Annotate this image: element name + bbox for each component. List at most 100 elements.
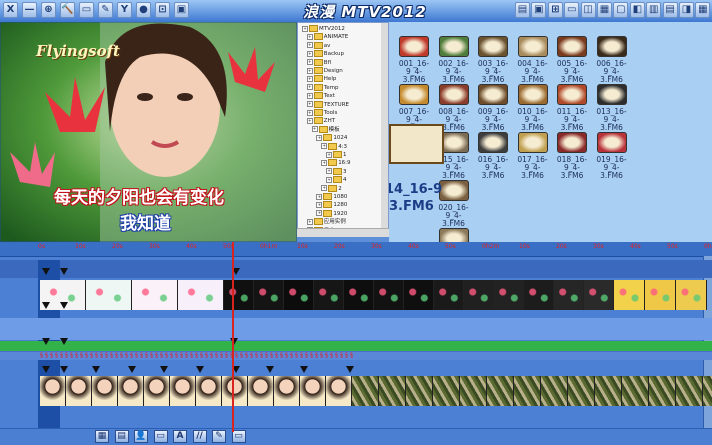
video-clip[interactable] bbox=[254, 280, 284, 310]
toolbar-button[interactable]: X bbox=[3, 2, 18, 18]
template-thumbnail[interactable] bbox=[517, 84, 548, 105]
tree-item[interactable]: +4:3 bbox=[321, 142, 347, 151]
tree-vertical-scrollbar[interactable] bbox=[381, 23, 388, 235]
tree-item[interactable]: + Help bbox=[306, 75, 336, 83]
photo-clip[interactable] bbox=[92, 376, 118, 406]
toolbar-button[interactable]: Y bbox=[117, 2, 132, 18]
expand-icon[interactable]: + bbox=[306, 117, 313, 124]
toolbar-button[interactable]: ● bbox=[136, 2, 151, 18]
timeline-marker[interactable] bbox=[346, 366, 354, 373]
video-clip[interactable] bbox=[494, 280, 524, 310]
expand-icon[interactable]: + bbox=[311, 126, 318, 133]
toolbar-button[interactable]: ▭ bbox=[564, 2, 580, 18]
expand-icon[interactable]: + bbox=[321, 143, 328, 150]
toolbar-button[interactable]: ◧ bbox=[629, 2, 645, 18]
expand-icon[interactable]: + bbox=[306, 218, 313, 225]
photo-clip[interactable] bbox=[196, 376, 222, 406]
expand-icon[interactable]: + bbox=[326, 151, 332, 158]
photo-clip[interactable] bbox=[170, 376, 196, 406]
photo-clip[interactable] bbox=[703, 376, 712, 406]
toolbar-button[interactable]: ▦ bbox=[597, 2, 612, 18]
tree-item[interactable]: +1080 bbox=[316, 193, 347, 201]
photo-clip[interactable] bbox=[379, 376, 406, 406]
toolbar-button[interactable]: ◨ bbox=[679, 2, 694, 18]
bottom-tool-button[interactable]: 👤 bbox=[134, 430, 148, 443]
template-gallery[interactable]: 001_16-9_4-3.FM6 002_16-9_4-3.FM6 003_16-9… bbox=[389, 22, 712, 242]
video-clip[interactable] bbox=[464, 280, 494, 310]
video-clip[interactable] bbox=[374, 280, 404, 310]
photo-clip[interactable] bbox=[460, 376, 487, 406]
expand-icon[interactable]: + bbox=[326, 168, 332, 175]
template-thumbnail[interactable] bbox=[596, 132, 627, 153]
photo-clip[interactable] bbox=[622, 376, 649, 406]
tree-item[interactable]: + av bbox=[306, 41, 330, 50]
video-clip[interactable] bbox=[524, 280, 554, 310]
photo-clip[interactable] bbox=[326, 376, 352, 406]
lyric-track[interactable]: §§§§§§§§§§§§§§§§§§§§§§§§§§§§§§§§§§§§§§§§… bbox=[0, 352, 712, 360]
timeline-marker[interactable] bbox=[60, 366, 68, 373]
tree-item[interactable]: +2 bbox=[321, 184, 342, 193]
photo-clip[interactable] bbox=[649, 376, 676, 406]
photo-clip[interactable] bbox=[487, 376, 514, 406]
tree-item[interactable]: + Temp bbox=[306, 83, 338, 92]
toolbar-button[interactable]: ⊞ bbox=[547, 2, 563, 18]
dragging-thumb[interactable] bbox=[389, 124, 444, 164]
toolbar-button[interactable]: ◫ bbox=[580, 2, 596, 18]
expand-icon[interactable]: + bbox=[306, 42, 313, 49]
video-clip[interactable] bbox=[344, 280, 374, 310]
timeline-marker[interactable] bbox=[60, 338, 68, 345]
template-thumbnail[interactable] bbox=[557, 36, 587, 57]
timeline-marker[interactable] bbox=[92, 366, 100, 373]
photo-clip[interactable] bbox=[40, 376, 66, 406]
timeline-marker[interactable] bbox=[42, 338, 50, 345]
video-clip[interactable] bbox=[178, 280, 224, 310]
tree-item[interactable]: + Text bbox=[306, 92, 335, 100]
toolbar-button[interactable]: ▥ bbox=[646, 2, 662, 18]
tree-horizontal-scrollbar[interactable] bbox=[297, 228, 389, 237]
template-thumbnail[interactable] bbox=[478, 132, 508, 153]
template-thumbnail[interactable] bbox=[399, 36, 429, 57]
photo-clip[interactable] bbox=[433, 376, 460, 406]
expand-icon[interactable]: + bbox=[326, 176, 332, 183]
tree-item[interactable]: + Backup bbox=[306, 50, 344, 58]
video-preview[interactable]: Flyingsoft 每天的夕阳也会有变化 我知道 bbox=[0, 22, 297, 242]
photo-clip[interactable] bbox=[568, 376, 595, 406]
bottom-tool-button[interactable]: ▤ bbox=[114, 430, 129, 443]
timeline-marker[interactable] bbox=[60, 268, 68, 275]
bottom-tool-button[interactable]: ✎ bbox=[212, 430, 226, 443]
timeline-marker[interactable] bbox=[60, 302, 68, 309]
video-clip[interactable] bbox=[284, 280, 314, 310]
timeline-marker[interactable] bbox=[42, 268, 50, 275]
expand-icon[interactable]: + bbox=[302, 25, 308, 32]
expand-icon[interactable]: + bbox=[321, 185, 328, 192]
expand-icon[interactable]: + bbox=[316, 193, 323, 200]
photo-clip[interactable] bbox=[144, 376, 170, 406]
tree-item[interactable]: +4 bbox=[326, 176, 347, 184]
video-clip[interactable] bbox=[224, 280, 254, 310]
toolbar-button[interactable]: ▭ bbox=[79, 2, 94, 18]
template-thumbnail[interactable] bbox=[596, 36, 627, 57]
video-clip[interactable] bbox=[434, 280, 464, 310]
video-clip[interactable] bbox=[614, 280, 645, 310]
toolbar-button[interactable]: ▤ bbox=[662, 2, 678, 18]
tree-item[interactable]: +1280 bbox=[316, 201, 347, 209]
expand-icon[interactable]: + bbox=[306, 101, 313, 108]
timeline-marker[interactable] bbox=[300, 366, 308, 373]
expand-icon[interactable]: + bbox=[316, 201, 323, 208]
timeline-marker[interactable] bbox=[128, 366, 136, 373]
video-clip[interactable] bbox=[314, 280, 344, 310]
toolbar-button[interactable]: ▦ bbox=[695, 2, 711, 18]
toolbar-button[interactable]: ⊡ bbox=[155, 2, 170, 18]
photo-clip[interactable] bbox=[352, 376, 379, 406]
expand-icon[interactable]: + bbox=[306, 50, 313, 57]
tree-item[interactable]: + ANIMATE bbox=[306, 33, 348, 41]
video-clip[interactable] bbox=[645, 280, 676, 310]
expand-icon[interactable]: + bbox=[316, 210, 323, 217]
folder-tree[interactable]: + MTV2012 + ANIMATE + av + Backup + Bfl + Design + He… bbox=[297, 22, 389, 236]
tree-item[interactable]: +3 bbox=[326, 167, 347, 176]
timeline-marker[interactable] bbox=[266, 366, 274, 373]
video-track[interactable] bbox=[0, 280, 712, 310]
toolbar-button[interactable]: 🔨 bbox=[60, 2, 75, 18]
tree-item[interactable]: +1920 bbox=[316, 209, 347, 218]
template-thumbnail[interactable] bbox=[478, 36, 508, 57]
